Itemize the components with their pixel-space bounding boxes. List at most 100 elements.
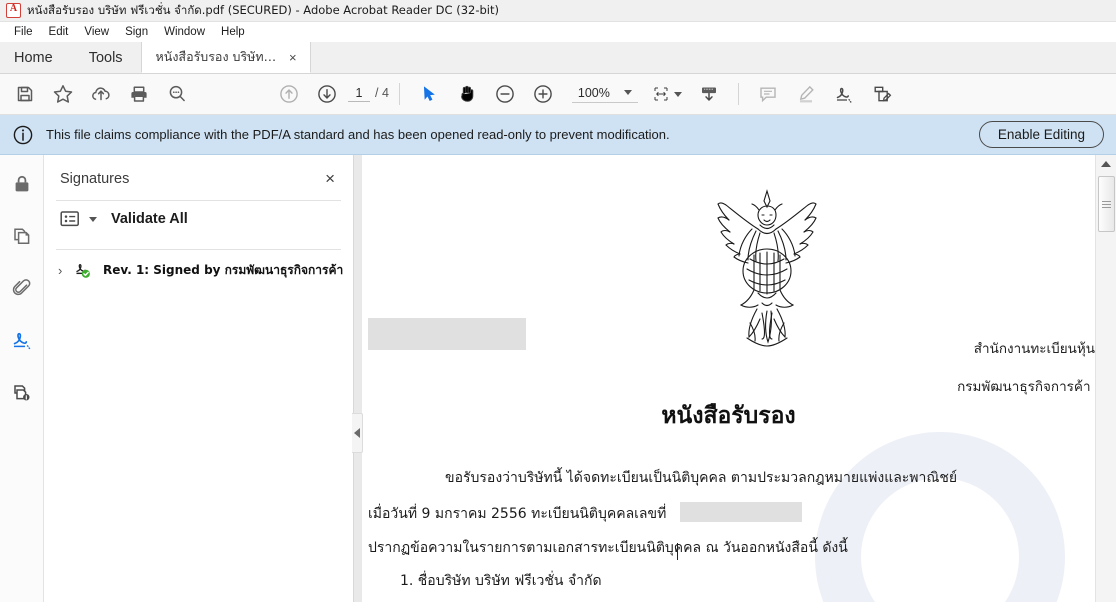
arrow-up-circle-icon [280,85,298,103]
enable-editing-button[interactable]: Enable Editing [978,121,1104,148]
fill-and-sign-button[interactable] [863,77,901,111]
menu-window[interactable]: Window [156,24,213,40]
chevron-down-icon[interactable] [623,90,632,95]
lock-icon [15,175,28,192]
document-viewer[interactable]: สำนักงานทะเบียนหุ้น กรมพัฒนาธุรกิจการค้า… [354,155,1116,602]
sign-button[interactable] [825,77,863,111]
acrobat-reader-window: หนังสือรับรอง บริษัท ฟรีเวชั่น จำกัด.pdf… [0,0,1116,612]
sidebar-item-security[interactable] [7,169,37,199]
read-mode-button[interactable] [690,77,728,111]
sidebar-item-document-properties[interactable] [7,377,37,407]
grip-line [1102,206,1111,208]
zoom-level-value: 100% [577,85,610,100]
menu-bar: File Edit View Sign Window Help [0,22,1116,42]
pdf-page: สำนักงานทะเบียนหุ้น กรมพัฒนาธุรกิจการค้า… [362,155,1095,602]
pages-icon [13,228,29,244]
menu-file[interactable]: File [6,24,41,40]
toolbar-separator-1 [398,83,400,105]
signatures-panel: Signatures × Validate All › Rev. 1: Sign… [44,155,363,602]
title-bar: หนังสือรับรอง บริษัท ฟรีเวชั่น จำกัด.pdf… [0,0,1116,22]
sign-icon [836,87,852,103]
close-icon[interactable]: × [286,49,300,66]
scroll-up-arrow-icon [1101,161,1111,167]
info-circle-icon [13,125,33,144]
main-toolbar: 1 / 4 100% [0,74,1116,115]
navigation-rail [0,155,44,602]
notification-message: This file claims compliance with the PDF… [46,127,670,142]
print-icon [131,86,147,102]
page-navigation: 1 / 4 [348,86,389,102]
document-info-icon [13,385,29,401]
next-page-button[interactable] [308,77,346,111]
find-button[interactable] [158,77,196,111]
toolbar-separator-2 [737,83,739,105]
page-count-label: / 4 [375,86,389,100]
upload-to-cloud-button[interactable] [82,77,120,111]
grip-line [1102,200,1111,202]
save-button[interactable] [6,77,44,111]
list-item[interactable]: › Rev. 1: Signed by กรมพัฒนาธุรกิจการค้า… [44,250,353,290]
redacted-registration-number [680,502,802,522]
document-body-line-1: ขอรับรองว่าบริษัทนี้ ได้จดทะเบียนเป็นนิต… [445,470,958,486]
scroll-up-button[interactable] [1096,155,1116,173]
vertical-scroll-thumb[interactable] [1098,176,1115,232]
page-watermark [815,432,1065,602]
sidebar-item-signatures[interactable] [7,325,37,355]
select-tool-button[interactable] [410,77,448,111]
chevron-down-icon[interactable] [89,216,97,222]
highlight-marker-icon [799,85,814,103]
menu-sign[interactable]: Sign [117,24,156,40]
zoom-out-icon [496,85,514,103]
signature-icon [13,332,30,350]
validate-all-label: Validate All [111,211,188,227]
document-body-line-2: เมื่อวันที่ 9 มกราคม 2556 ทะเบียนนิติบุค… [368,506,667,522]
add-to-favorites-button[interactable] [44,77,82,111]
find-search-icon [169,85,185,102]
sidebar-item-page-thumbnails[interactable] [7,221,37,251]
window-title: หนังสือรับรอง บริษัท ฟรีเวชั่น จำกัด.pdf… [27,2,499,17]
page-number-input[interactable]: 1 [348,86,370,102]
save-floppy-icon [17,86,33,102]
arrow-down-circle-icon [318,85,336,103]
zoom-out-button[interactable] [486,77,524,111]
zoom-in-icon [534,85,552,103]
panel-title: Signatures [60,170,130,187]
collapse-left-icon [354,428,360,438]
fit-page-width-icon [654,87,668,101]
doc-office-line: สำนักงานทะเบียนหุ้น [973,341,1095,357]
text-cursor [677,543,678,560]
signature-valid-icon [76,263,90,278]
validate-all-row[interactable]: Validate All [44,201,353,237]
vertical-scrollbar[interactable] [1095,155,1116,602]
grip-line [1102,203,1111,205]
zoom-in-button[interactable] [524,77,562,111]
chevron-right-icon[interactable]: › [58,263,68,278]
tab-document[interactable]: หนังสือรับรอง บริษัท ... × [140,42,311,73]
signatures-panel-header: Signatures × [44,155,353,188]
tab-home[interactable]: Home [0,42,71,73]
close-icon[interactable]: × [321,169,339,188]
adobe-acrobat-icon [6,3,21,18]
hand-tool-button[interactable] [448,77,486,111]
collapse-panel-handle[interactable] [352,413,363,453]
menu-help[interactable]: Help [213,24,253,40]
menu-view[interactable]: View [76,24,117,40]
thai-garuda-emblem [717,189,817,347]
doc-department-line: กรมพัฒนาธุรกิจการค้า ก [957,379,1095,395]
comment-button[interactable] [749,77,787,111]
cloud-upload-icon [92,87,110,101]
previous-page-button[interactable] [270,77,308,111]
zoom-level-control[interactable]: 100% [571,85,638,103]
comment-icon [760,87,776,103]
fill-and-sign-icon [874,86,892,102]
menu-edit[interactable]: Edit [41,24,77,40]
redacted-field-header [368,318,526,350]
print-button[interactable] [120,77,158,111]
tab-document-label: หนังสือรับรอง บริษัท ... [155,49,278,64]
sidebar-item-attachments[interactable] [7,273,37,303]
highlight-button[interactable] [787,77,825,111]
tab-tools[interactable]: Tools [70,42,141,73]
fit-page-chevron-down-icon[interactable] [673,91,682,97]
pdfa-notification-bar: This file claims compliance with the PDF… [0,115,1116,155]
content-area: Signatures × Validate All › Rev. 1: Sign… [0,155,1116,602]
